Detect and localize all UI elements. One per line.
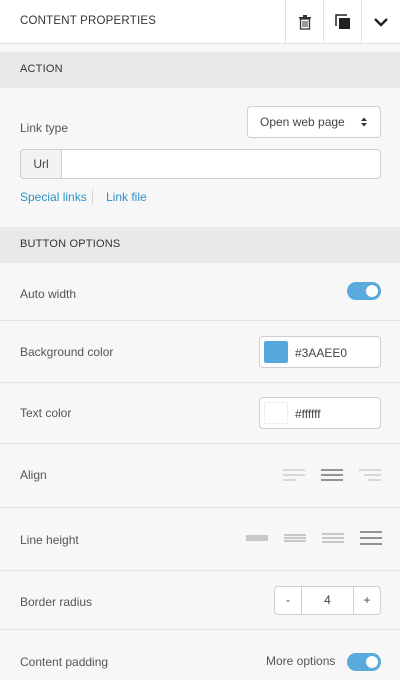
panel-title: CONTENT PROPERTIES bbox=[20, 15, 157, 27]
border-radius-increment[interactable]: + bbox=[353, 587, 380, 614]
auto-width-label: Auto width bbox=[20, 287, 77, 301]
text-color-picker[interactable]: #ffffff bbox=[259, 397, 381, 429]
line-height-tight-button[interactable] bbox=[238, 523, 276, 553]
trash-icon bbox=[298, 15, 311, 30]
url-input-group: Url bbox=[20, 149, 381, 179]
auto-width-row: Auto width bbox=[0, 263, 400, 321]
panel-header: CONTENT PROPERTIES bbox=[0, 0, 400, 44]
align-left-button[interactable] bbox=[275, 460, 313, 490]
collapse-button[interactable] bbox=[361, 0, 400, 44]
line-height-relaxed-icon bbox=[322, 533, 344, 543]
auto-width-toggle[interactable] bbox=[347, 282, 381, 300]
align-row: Align bbox=[0, 444, 400, 508]
background-color-label: Background color bbox=[20, 345, 114, 359]
url-field[interactable] bbox=[63, 150, 379, 178]
section-action-title: ACTION bbox=[20, 63, 63, 75]
border-radius-decrement[interactable]: - bbox=[275, 587, 302, 614]
background-color-hex: #3AAEE0 bbox=[295, 346, 348, 360]
delete-button[interactable] bbox=[285, 0, 323, 44]
line-height-label: Line height bbox=[20, 533, 79, 547]
link-type-value: Open web page bbox=[260, 115, 345, 129]
content-padding-label: Content padding bbox=[20, 655, 109, 669]
text-color-hex: #ffffff bbox=[295, 407, 321, 421]
border-radius-label: Border radius bbox=[20, 595, 93, 609]
line-height-relaxed-button[interactable] bbox=[314, 523, 352, 553]
align-right-button[interactable] bbox=[351, 460, 389, 490]
select-caret-icon bbox=[361, 117, 367, 127]
duplicate-button[interactable] bbox=[323, 0, 361, 44]
section-button-options: BUTTON OPTIONS bbox=[0, 227, 400, 263]
link-type-label: Link type bbox=[20, 121, 69, 135]
border-radius-stepper: - 4 + bbox=[274, 586, 381, 615]
align-left-icon bbox=[283, 469, 305, 481]
duplicate-icon bbox=[334, 14, 350, 29]
more-options-label: More options bbox=[266, 654, 336, 668]
link-separator bbox=[92, 189, 93, 204]
line-height-loose-button[interactable] bbox=[352, 523, 390, 553]
background-color-picker[interactable]: #3AAEE0 bbox=[259, 336, 381, 368]
align-center-icon bbox=[321, 469, 343, 481]
text-color-label: Text color bbox=[20, 406, 72, 420]
align-options bbox=[275, 460, 389, 490]
border-radius-value[interactable]: 4 bbox=[303, 587, 352, 614]
line-height-options bbox=[238, 523, 390, 553]
align-center-button[interactable] bbox=[313, 460, 351, 490]
special-links-link[interactable]: Special links bbox=[20, 190, 87, 204]
background-color-swatch bbox=[264, 341, 288, 363]
link-file-link[interactable]: Link file bbox=[106, 190, 147, 204]
line-height-tight-icon bbox=[246, 535, 268, 541]
section-button-options-title: BUTTON OPTIONS bbox=[20, 238, 121, 250]
align-label: Align bbox=[20, 468, 47, 482]
text-color-swatch bbox=[264, 402, 288, 424]
chevron-down-icon bbox=[374, 18, 388, 27]
text-color-row: Text color #ffffff bbox=[0, 383, 400, 444]
line-height-normal-button[interactable] bbox=[276, 523, 314, 553]
line-height-normal-icon bbox=[284, 534, 306, 542]
link-type-select[interactable]: Open web page bbox=[247, 106, 381, 138]
section-action: ACTION bbox=[0, 52, 400, 88]
line-height-row: Line height bbox=[0, 508, 400, 571]
align-right-icon bbox=[359, 469, 381, 481]
content-properties-panel: CONTENT PROPERTIES ACTION Link type Open… bbox=[0, 0, 400, 680]
line-height-loose-icon bbox=[360, 531, 382, 545]
more-options-toggle[interactable] bbox=[347, 653, 381, 671]
url-prefix: Url bbox=[21, 150, 62, 178]
background-color-row: Background color #3AAEE0 bbox=[0, 321, 400, 383]
